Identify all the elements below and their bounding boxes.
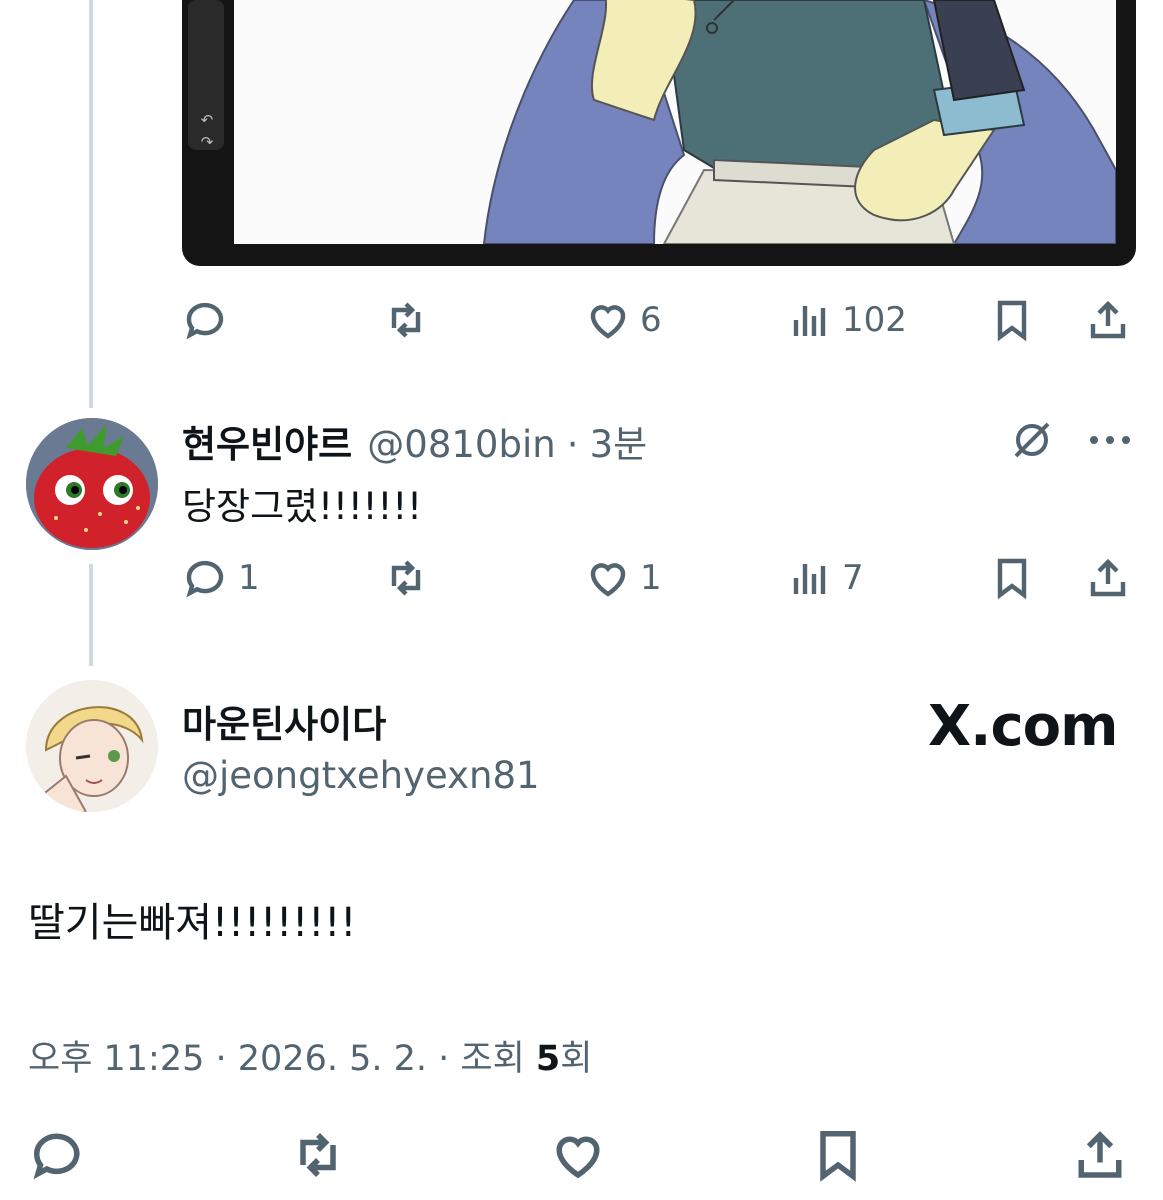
reply-share-button[interactable] [1084, 550, 1132, 606]
grok-icon [1014, 422, 1050, 458]
tweet-media-image[interactable]: ↶ ↷ [182, 0, 1136, 266]
tweet-timestamp[interactable]: 오후 11:25 · 2026. 5. 2. · 조회 [28, 1039, 536, 1079]
reply-icon [186, 302, 224, 340]
main-share-button[interactable] [1070, 1122, 1130, 1188]
main-action-bar [0, 1122, 1163, 1188]
reply-author-name[interactable]: 현우빈야르 [182, 423, 352, 466]
views-count: 102 [842, 300, 907, 340]
grok-button[interactable] [1008, 416, 1056, 464]
undo-icon: ↶ [200, 111, 214, 129]
thread-line-top [89, 0, 93, 408]
main-retweet-button[interactable] [288, 1122, 348, 1188]
retweet-button[interactable] [382, 292, 438, 348]
views-icon [793, 564, 826, 594]
x-com-watermark: X.com [928, 694, 1118, 759]
tweet-views-value: 5 [535, 1039, 561, 1079]
reply-views-button[interactable]: 7 [786, 550, 864, 606]
main-bookmark-button[interactable] [808, 1122, 868, 1188]
views-icon [793, 306, 826, 336]
reply-like-count: 1 [640, 558, 662, 598]
reply-icon [186, 560, 224, 598]
main-tweet-text: 딸기는빠져!!!!!!!!! [28, 900, 357, 946]
reply-like-button[interactable]: 1 [584, 550, 662, 606]
bookmark-icon [997, 558, 1027, 600]
reply-author-handle[interactable]: @0810bin [367, 423, 555, 466]
tweet-action-bar: 6 102 [182, 292, 1136, 348]
bookmark-icon [820, 1131, 856, 1182]
like-button[interactable]: 6 [584, 292, 662, 348]
share-icon [1090, 558, 1126, 597]
reply-header: 현우빈야르 @0810bin · 3분 [182, 414, 647, 468]
illustration-canvas [234, 0, 1116, 244]
reply-retweet-button[interactable] [382, 550, 438, 606]
views-button[interactable]: 102 [786, 292, 907, 348]
reply-text: 당장그렸!!!!!!! [182, 485, 422, 528]
main-like-button[interactable] [548, 1122, 608, 1188]
like-count: 6 [640, 300, 662, 340]
heart-icon [590, 305, 626, 339]
drawing-app-toolbar: ↶ ↷ [188, 0, 224, 150]
retweet-icon [391, 302, 421, 338]
reply-action-bar: 1 1 7 [182, 550, 1136, 606]
redo-icon: ↷ [200, 133, 214, 151]
main-author-handle[interactable]: @jeongtxehyexn81 [182, 754, 540, 797]
strawberry-avatar-image [26, 418, 158, 550]
reply-reply-button[interactable]: 1 [182, 550, 260, 606]
main-author-avatar[interactable] [26, 680, 158, 812]
more-button[interactable] [1086, 420, 1134, 460]
heart-icon [556, 1136, 600, 1179]
reply-time[interactable]: 3분 [590, 423, 648, 466]
bookmark-icon [997, 300, 1027, 342]
thread-line-middle [89, 564, 93, 666]
share-button[interactable] [1084, 292, 1132, 348]
more-icon [1090, 436, 1130, 444]
reply-avatar[interactable] [26, 418, 158, 550]
reply-separator: · [566, 423, 579, 466]
retweet-icon [300, 1133, 336, 1177]
share-icon [1090, 300, 1126, 339]
tweet-meta: 오후 11:25 · 2026. 5. 2. · 조회 5회 [28, 1030, 592, 1081]
main-reply-button[interactable] [28, 1122, 88, 1188]
tweet-views-suffix: 회 [560, 1039, 593, 1079]
reply-reply-count: 1 [238, 558, 260, 598]
bookmark-button[interactable] [988, 292, 1036, 348]
reply-button[interactable] [182, 292, 238, 348]
reply-icon [33, 1133, 80, 1180]
illustration-drawing [482, 0, 1116, 244]
share-icon [1078, 1131, 1122, 1178]
anime-avatar-image [26, 680, 158, 812]
retweet-icon [391, 560, 421, 596]
reply-bookmark-button[interactable] [988, 550, 1036, 606]
heart-icon [590, 563, 626, 597]
reply-views-count: 7 [842, 558, 864, 598]
main-author-name[interactable]: 마운틴사이다 [182, 694, 386, 748]
